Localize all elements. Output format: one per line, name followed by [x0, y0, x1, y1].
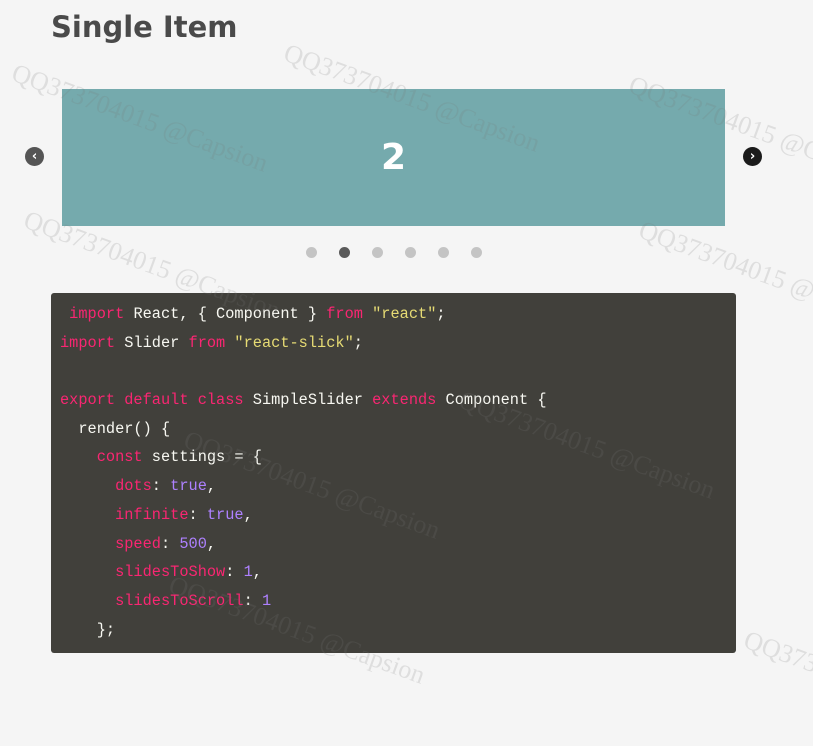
chevron-left-circle-icon: ‹ — [31, 149, 38, 164]
code-block: import React, { Component } from "react"… — [51, 293, 736, 653]
code-token: settings = { — [142, 448, 262, 467]
slider-dot-2[interactable] — [339, 247, 350, 258]
code-token: : — [151, 477, 171, 496]
code-token: render() { — [60, 419, 171, 438]
slider-dot-1[interactable] — [306, 247, 317, 258]
code-token: 500 — [179, 534, 207, 553]
code-token: }; — [60, 620, 116, 639]
code-token: 1 — [261, 591, 272, 610]
prev-arrow-button[interactable]: ‹ — [25, 147, 44, 166]
slide[interactable]: 2 — [62, 89, 725, 226]
code-token: , — [206, 534, 217, 553]
code-line: import React, { Component } from "react"… — [51, 300, 736, 329]
watermark: QQ373704015 @Capsion — [740, 625, 813, 745]
code-line: export default class SimpleSlider extend… — [51, 386, 736, 415]
code-line: render() { — [51, 415, 736, 444]
code-token: , — [206, 477, 217, 496]
code-line: infinite: true, — [51, 501, 736, 530]
code-token: from — [188, 333, 226, 352]
code-token: const — [96, 448, 143, 467]
code-token: , — [252, 563, 262, 582]
code-token: : — [225, 563, 244, 582]
page-title: Single Item — [51, 10, 238, 44]
code-token: dots — [115, 477, 152, 496]
code-token: Component { — [436, 391, 547, 410]
code-token: from — [326, 305, 363, 323]
code-token: import — [60, 305, 125, 323]
code-token: React, { Component } — [124, 305, 327, 323]
code-token: SimpleSlider — [243, 391, 373, 410]
code-token: ; — [353, 333, 363, 352]
code-line: import Slider from "react-slick"; — [51, 329, 736, 358]
slider-dot-5[interactable] — [438, 247, 449, 258]
code-token: : — [160, 534, 180, 553]
code-token: : — [243, 591, 262, 610]
code-token: "react" — [372, 305, 437, 323]
code-token: infinite — [115, 505, 189, 524]
code-line: const settings = { — [51, 443, 736, 472]
code-line: dots: true, — [51, 472, 736, 501]
chevron-right-circle-icon: › — [749, 149, 756, 164]
slider-dots — [306, 247, 482, 258]
code-token: true — [170, 477, 207, 496]
code-token: ; — [436, 305, 446, 323]
slide-number: 2 — [380, 137, 407, 178]
code-token: 1 — [243, 563, 253, 582]
code-line: }; — [51, 616, 736, 645]
code-line: slidesToShow: 1, — [51, 558, 736, 587]
code-token: export default class — [60, 391, 244, 410]
code-token: extends — [372, 391, 437, 410]
code-token: , — [243, 505, 253, 524]
slider-dot-6[interactable] — [471, 247, 482, 258]
code-token: speed — [115, 534, 161, 553]
slider-dot-4[interactable] — [405, 247, 416, 258]
code-token: import — [60, 333, 116, 352]
next-arrow-button[interactable]: › — [743, 147, 762, 166]
code-token: "react-slick" — [234, 333, 354, 352]
slider-dot-3[interactable] — [372, 247, 383, 258]
code-token: slidesToShow — [115, 563, 226, 582]
code-token: Slider — [115, 333, 189, 352]
code-token: slidesToScroll — [115, 591, 244, 610]
code-line: speed: 500, — [51, 530, 736, 559]
code-token: : — [188, 505, 207, 524]
code-token: true — [206, 505, 244, 524]
code-line: slidesToScroll: 1 — [51, 587, 736, 616]
